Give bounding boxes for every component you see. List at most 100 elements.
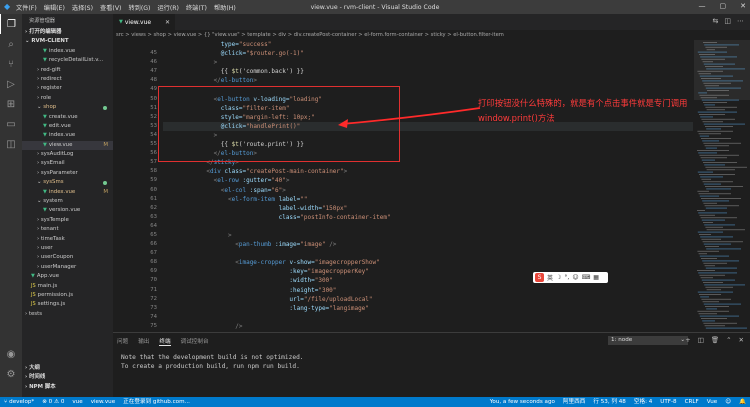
outline-section[interactable]: › 大纲 bbox=[22, 364, 113, 373]
file-tree-item[interactable]: › user bbox=[22, 244, 113, 253]
panel-tab[interactable]: 输出 bbox=[138, 337, 149, 346]
file-tree-item[interactable]: › timeTask bbox=[22, 235, 113, 244]
menu-item[interactable]: 查看(V) bbox=[100, 3, 121, 12]
branch-status[interactable]: ⑂ develop* bbox=[4, 397, 34, 407]
file-tree-item[interactable]: › sysTemple bbox=[22, 216, 113, 225]
file-tree-item[interactable]: › tenant bbox=[22, 225, 113, 234]
line-number: 70 bbox=[150, 277, 157, 284]
status-item[interactable]: 行 53, 列 48 bbox=[593, 397, 626, 407]
panel-tab[interactable]: 调试控制台 bbox=[181, 337, 209, 346]
status-item[interactable]: Vue bbox=[707, 397, 717, 407]
file-tree-item[interactable]: ▼ index.vue bbox=[22, 131, 113, 140]
close-icon[interactable]: ✕ bbox=[740, 2, 746, 10]
search-icon[interactable]: ⌕ bbox=[0, 34, 22, 54]
file-tree-label: index.vue bbox=[48, 188, 76, 195]
split-terminal-icon[interactable]: ◫ bbox=[698, 336, 704, 344]
close-panel-icon[interactable]: ✕ bbox=[739, 336, 744, 344]
status-item[interactable]: You, a few seconds ago bbox=[490, 397, 555, 407]
chevron-up-icon[interactable]: ⌃ bbox=[726, 336, 731, 344]
run-debug-icon[interactable]: ▷ bbox=[0, 74, 22, 94]
file-tree-item[interactable]: › sysParameter bbox=[22, 169, 113, 178]
status-item[interactable]: view.vue bbox=[91, 397, 115, 407]
file-tree-item[interactable]: › userCoupon bbox=[22, 253, 113, 262]
file-tree-item[interactable]: › role bbox=[22, 94, 113, 103]
punctuation-icon[interactable]: °, bbox=[564, 274, 569, 281]
code-editor[interactable]: type="success" @click="$router.go(-1)" >… bbox=[163, 40, 693, 330]
split-editor-icon[interactable]: ◫ bbox=[724, 17, 731, 25]
file-tree-item[interactable]: ▼ recycleDetailList.v... bbox=[22, 56, 113, 65]
file-tree-item[interactable]: ▼ index.vue M bbox=[22, 188, 113, 197]
file-tree-item[interactable]: › red-gift bbox=[22, 66, 113, 75]
close-tab-icon[interactable]: ✕ bbox=[165, 19, 170, 26]
code-line: :lang-type="langimage" bbox=[163, 304, 369, 312]
menu-item[interactable]: 终端(T) bbox=[186, 3, 207, 12]
compare-icon[interactable]: ⇆ bbox=[713, 17, 719, 25]
menu-item[interactable]: 编辑(E) bbox=[44, 3, 65, 12]
minimap[interactable] bbox=[694, 40, 750, 330]
file-tree-item[interactable]: ▼ view.vue M bbox=[22, 140, 113, 151]
file-tree-item[interactable]: JS main.js bbox=[22, 282, 113, 291]
npm-icon[interactable]: ◫ bbox=[0, 134, 22, 154]
panel-tab[interactable]: 问题 bbox=[117, 337, 128, 346]
timeline-section[interactable]: › 时间线 bbox=[22, 373, 113, 382]
file-tree-item[interactable]: › sysAuditLog bbox=[22, 150, 113, 159]
file-tree-item[interactable]: ▼ App.vue bbox=[22, 272, 113, 281]
remote-explorer-icon[interactable]: ▭ bbox=[0, 114, 22, 134]
problems-status[interactable]: ⊗ 0 ⚠ 0 bbox=[42, 397, 64, 407]
maximize-icon[interactable]: ▢ bbox=[720, 2, 727, 10]
file-tree-item[interactable]: › register bbox=[22, 84, 113, 93]
file-tree-item[interactable]: › redirect bbox=[22, 75, 113, 84]
settings-gear-icon[interactable]: ⚙ bbox=[0, 364, 22, 384]
menu-item[interactable]: 运行(R) bbox=[157, 3, 179, 12]
menu-item[interactable]: 转到(G) bbox=[128, 3, 150, 12]
status-item[interactable]: ☺ bbox=[725, 397, 731, 407]
more-actions-icon[interactable]: ⋯ bbox=[737, 17, 744, 25]
tab-view-vue[interactable]: ▼ view.vue ✕ bbox=[113, 14, 175, 30]
npm-scripts-section[interactable]: › NPM 脚本 bbox=[22, 383, 113, 392]
panel-tab[interactable]: 终端 bbox=[159, 337, 171, 346]
status-item[interactable]: 阿里西西 bbox=[563, 397, 585, 407]
moon-icon[interactable]: ☽ bbox=[556, 274, 561, 281]
status-item[interactable]: vue bbox=[72, 397, 82, 407]
terminal-output[interactable]: Note that the development build is not o… bbox=[121, 354, 304, 371]
menu-item[interactable]: 文件(F) bbox=[16, 3, 37, 12]
source-control-icon[interactable]: ⑂ bbox=[0, 54, 22, 74]
add-terminal-icon[interactable]: + bbox=[685, 336, 690, 344]
keyboard-icon[interactable]: ⌨ bbox=[582, 274, 591, 281]
file-tree-item[interactable]: › tests bbox=[22, 310, 113, 319]
file-tree-item[interactable]: ▼ edit.vue bbox=[22, 122, 113, 131]
file-tree-item[interactable]: JS settings.js bbox=[22, 300, 113, 309]
file-tree-item[interactable]: › userManager bbox=[22, 263, 113, 272]
open-editors-section[interactable]: › 打开的编辑器 bbox=[22, 28, 113, 37]
account-icon[interactable]: ◉ bbox=[0, 344, 22, 364]
file-tree-item[interactable]: ⌄ system bbox=[22, 197, 113, 206]
file-tree-item[interactable]: ▼ version.vue bbox=[22, 206, 113, 215]
emoji-icon[interactable]: ☺ bbox=[572, 274, 578, 281]
file-tree-label: user bbox=[40, 244, 53, 251]
trash-icon[interactable]: 🗑 bbox=[711, 336, 719, 344]
status-item[interactable]: UTF-8 bbox=[660, 397, 676, 407]
menu-item[interactable]: 选择(S) bbox=[72, 3, 93, 12]
code-line: > bbox=[163, 59, 218, 67]
file-tree-item[interactable]: ⌄ shop bbox=[22, 103, 113, 112]
explorer-icon[interactable]: ❐ bbox=[0, 14, 22, 34]
menu-item[interactable]: 帮助(H) bbox=[214, 3, 236, 12]
status-item[interactable]: CRLF bbox=[685, 397, 699, 407]
line-number: 65 bbox=[150, 231, 157, 238]
status-item[interactable]: 正在登录到 github.com... bbox=[123, 397, 190, 407]
project-section[interactable]: ⌄ RVM-CLIENT bbox=[22, 37, 113, 46]
file-tree-item[interactable]: JS permission.js bbox=[22, 291, 113, 300]
file-tree-item[interactable]: ▼ create.vue bbox=[22, 113, 113, 122]
file-tree-item[interactable]: › sysEmail bbox=[22, 159, 113, 168]
skin-icon[interactable]: ▦ bbox=[593, 274, 599, 281]
status-item[interactable]: 空格: 4 bbox=[634, 397, 652, 407]
ime-toolbar[interactable]: S 英 ☽ °, ☺ ⌨ ▦ bbox=[533, 272, 608, 283]
status-item[interactable]: 🔔 bbox=[739, 397, 746, 407]
file-tree-item[interactable]: ▼ index.vue bbox=[22, 47, 113, 56]
extensions-icon[interactable]: ⊞ bbox=[0, 94, 22, 114]
breadcrumb[interactable]: src > views > shop > view.vue > {} "view… bbox=[113, 30, 750, 40]
terminal-select[interactable]: 1: node ⌄ bbox=[608, 336, 688, 345]
minimize-icon[interactable]: — bbox=[699, 2, 706, 10]
file-tree: ▼ index.vue ▼ recycleDetailList.v... › red-g… bbox=[22, 47, 113, 319]
file-tree-item[interactable]: ⌄ sysSms bbox=[22, 178, 113, 187]
